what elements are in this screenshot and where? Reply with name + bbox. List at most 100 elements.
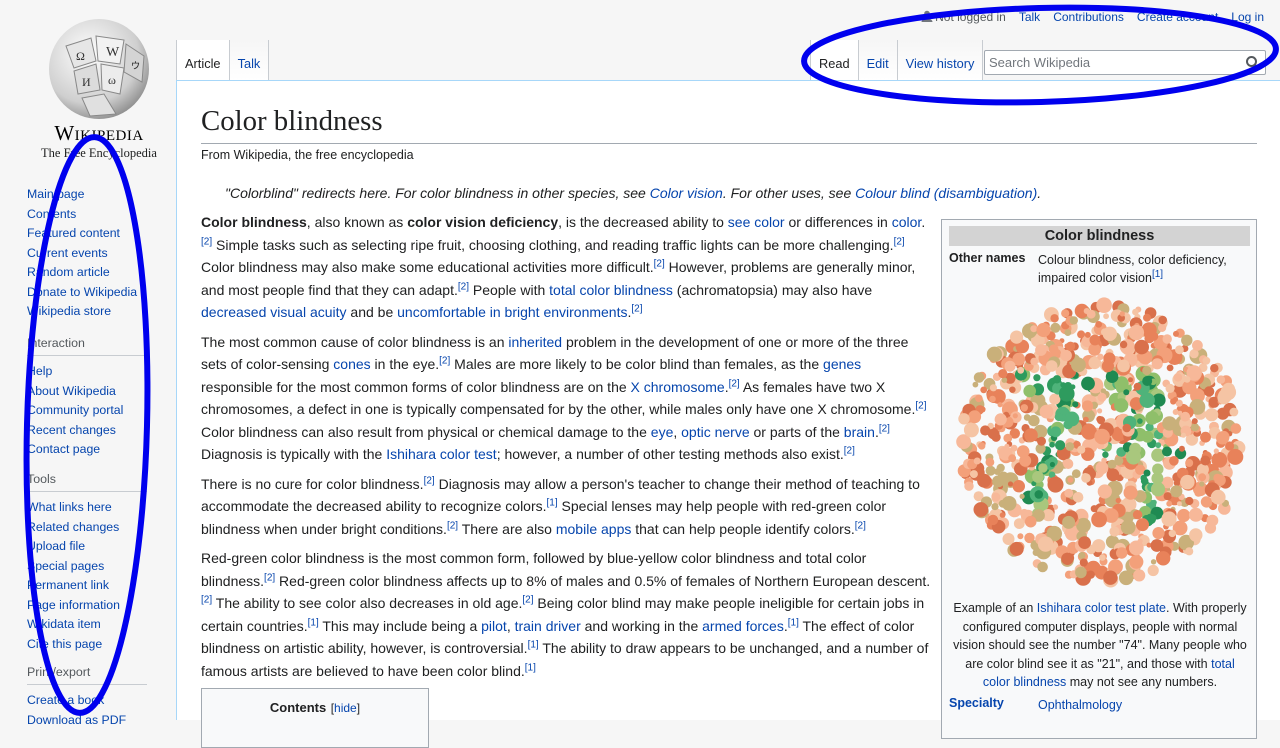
interaction-item: Community portal — [27, 401, 157, 421]
toc-hide-link[interactable]: hide — [334, 701, 357, 715]
citation-link[interactable]: [2] — [201, 594, 212, 605]
plate-dot — [1161, 511, 1177, 527]
sidebar-link-random-article[interactable]: Random article — [27, 265, 110, 279]
citation-link[interactable]: [1] — [1152, 269, 1163, 280]
tools-menu: Tools What links here Related changes Uplo… — [27, 472, 157, 654]
citation-link[interactable]: [1] — [547, 497, 558, 508]
article-link[interactable]: train driver — [515, 618, 581, 634]
plate-dot — [1032, 549, 1040, 556]
create-account-link[interactable]: Create account — [1137, 10, 1218, 24]
citation-link[interactable]: [2] — [458, 281, 469, 292]
sidebar-link-community-portal[interactable]: Community portal — [27, 403, 123, 417]
ishihara-plate-image[interactable] — [954, 293, 1249, 593]
citation-link[interactable]: [2] — [879, 423, 890, 434]
sidebar-link-create-a-book[interactable]: Create a book — [27, 693, 104, 707]
citation-link[interactable]: [2] — [424, 475, 435, 486]
plate-dot — [977, 473, 992, 488]
citation-link[interactable]: [2] — [447, 520, 458, 531]
color-vision-link[interactable]: Color vision — [650, 185, 723, 201]
talk-link[interactable]: Talk — [1019, 10, 1040, 24]
plate-dot — [1150, 559, 1157, 565]
citation-link[interactable]: [2] — [522, 594, 533, 605]
citation-link[interactable]: [1] — [788, 617, 799, 628]
sidebar-link-wikidata-item[interactable]: Wikidata item — [27, 617, 101, 631]
article-link[interactable]: eye — [651, 424, 674, 440]
citation-link[interactable]: [1] — [528, 639, 539, 650]
article-link[interactable]: pilot — [481, 618, 507, 634]
citation-link[interactable]: [2] — [201, 236, 212, 247]
sidebar-link-donate-to-wikipedia[interactable]: Donate to Wikipedia — [27, 285, 137, 299]
tab-article[interactable]: Article — [176, 40, 230, 80]
tab-edit[interactable]: Edit — [858, 40, 898, 80]
plate-dot — [1095, 461, 1109, 475]
plate-dot — [963, 422, 979, 438]
citation-link[interactable]: [2] — [894, 236, 905, 247]
plate-dot — [1061, 309, 1070, 318]
sidebar-link-main-page[interactable]: Main page — [27, 187, 84, 201]
plate-dot — [1019, 508, 1029, 518]
sidebar-link-contact-page[interactable]: Contact page — [27, 442, 100, 456]
article-link[interactable]: color — [892, 214, 922, 230]
article-link[interactable]: armed forces — [702, 618, 784, 634]
specialty-label-link[interactable]: Specialty — [949, 696, 1034, 710]
page-title: Color blindness — [201, 103, 1257, 145]
citation-link[interactable]: [2] — [855, 520, 866, 531]
sidebar-link-what-links-here[interactable]: What links here — [27, 500, 112, 514]
sidebar-link-help[interactable]: Help — [27, 364, 52, 378]
plate-dot — [1189, 528, 1203, 542]
article-link[interactable]: brain — [844, 424, 875, 440]
ishihara-plate-link[interactable]: Ishihara color test plate — [1037, 601, 1166, 615]
sidebar-link-featured-content[interactable]: Featured content — [27, 226, 120, 240]
plate-dot — [1128, 377, 1133, 383]
article-link[interactable]: inherited — [508, 334, 562, 350]
citation-link[interactable]: [2] — [264, 572, 275, 583]
search-input[interactable] — [985, 51, 1235, 74]
article-link[interactable]: mobile apps — [556, 521, 632, 537]
sidebar-link-recent-changes[interactable]: Recent changes — [27, 423, 116, 437]
citation-link[interactable]: [2] — [654, 258, 665, 269]
article-link[interactable]: cones — [333, 356, 370, 372]
article-link[interactable]: total color blindness — [549, 282, 673, 298]
tab-read[interactable]: Read — [810, 40, 859, 80]
search-icon[interactable] — [1245, 55, 1261, 71]
article-text: Males are more likely to be color blind … — [450, 356, 824, 372]
colour-blind-disambiguation-link[interactable]: Colour blind (disambiguation) — [855, 185, 1037, 201]
sidebar-link-contents[interactable]: Contents — [27, 207, 76, 221]
tab-view-history[interactable]: View history — [897, 40, 984, 80]
article-link[interactable]: decreased visual acuity — [201, 304, 347, 320]
plate-dot — [1151, 358, 1163, 370]
plate-dot — [997, 402, 1003, 408]
article-link[interactable]: optic nerve — [681, 424, 749, 440]
article-link[interactable]: genes — [823, 356, 861, 372]
article-link[interactable]: Ishihara color test — [386, 446, 497, 462]
citation-link[interactable]: [2] — [631, 303, 642, 314]
wikipedia-logo[interactable]: Ω W И ω ゥ Wikipedia The Free Encyclopedi… — [10, 8, 170, 160]
sidebar-link-wikipedia-store[interactable]: Wikipedia store — [27, 304, 111, 318]
citation-link[interactable]: [2] — [439, 355, 450, 366]
article-link[interactable]: X chromosome — [631, 379, 725, 395]
sidebar-link-about-wikipedia[interactable]: About Wikipedia — [27, 384, 116, 398]
ophthalmology-link[interactable]: Ophthalmology — [1038, 696, 1248, 714]
citation-link[interactable]: [1] — [525, 662, 536, 673]
log-in-link[interactable]: Log in — [1231, 10, 1264, 24]
contributions-link[interactable]: Contributions — [1053, 10, 1124, 24]
sidebar-link-current-events[interactable]: Current events — [27, 246, 108, 260]
citation-link[interactable]: [2] — [915, 400, 926, 411]
plate-dot — [1152, 463, 1164, 475]
citation-link[interactable]: [2] — [729, 378, 740, 389]
sidebar-link-page-information[interactable]: Page information — [27, 598, 120, 612]
sidebar-link-permanent-link[interactable]: Permanent link — [27, 578, 109, 592]
infobox-label: Other names — [949, 251, 1026, 265]
tab-talk[interactable]: Talk — [229, 40, 270, 80]
sidebar-link-upload-file[interactable]: Upload file — [27, 539, 85, 553]
citation-link[interactable]: [1] — [308, 617, 319, 628]
article-body: Color blindness, also known as color vis… — [201, 211, 931, 689]
sidebar-link-special-pages[interactable]: Special pages — [27, 559, 104, 573]
plate-dot — [975, 394, 983, 403]
plate-dot — [1194, 488, 1203, 497]
citation-link[interactable]: [2] — [844, 445, 855, 456]
sidebar-link-cite-this-page[interactable]: Cite this page — [27, 637, 102, 651]
article-link[interactable]: uncomfortable in bright environments — [397, 304, 627, 320]
article-link[interactable]: see color — [728, 214, 785, 230]
sidebar-link-related-changes[interactable]: Related changes — [27, 520, 119, 534]
